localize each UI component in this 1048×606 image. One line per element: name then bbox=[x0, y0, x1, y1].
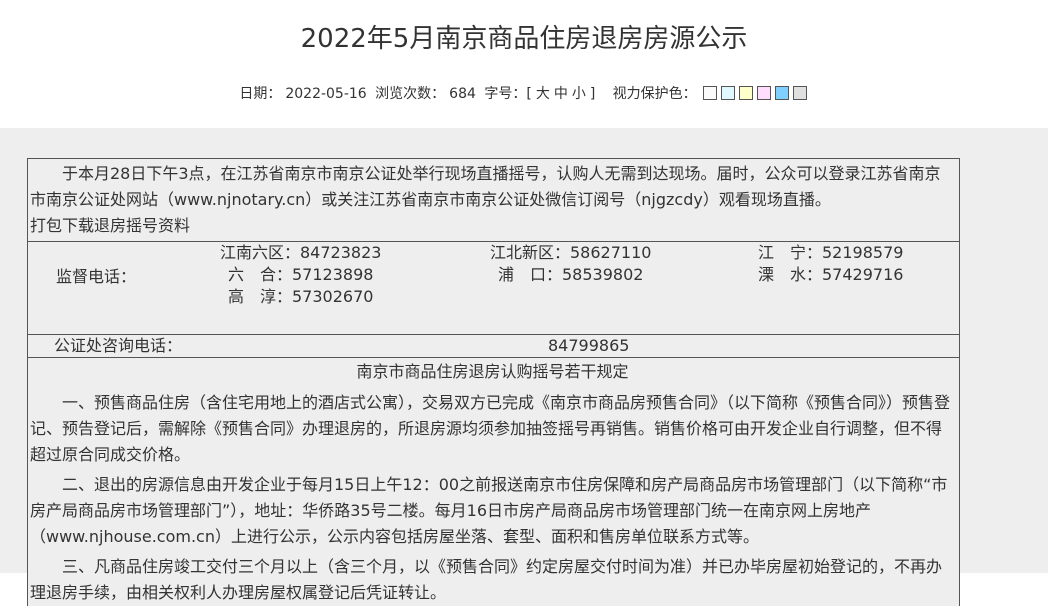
eye-protect-label: 视力保护色： bbox=[612, 86, 697, 102]
intro-text: 于本月28日下午3点，在江苏省南京市南京公证处举行现场直播摇号，认购人无需到达现… bbox=[30, 164, 941, 209]
rule-paragraph: 三、凡商品住房竣工交付三个月以上（含三个月，以《预售合同》约定房屋交付时间为准）… bbox=[30, 557, 943, 602]
phone-lishui: 溧 水：57429716 bbox=[758, 265, 904, 284]
phone-jiangning: 江 宁：52198579 bbox=[758, 243, 904, 262]
supervision-phones: 监督电话： 江南六区：84723823 江北新区：58627110 江 宁：52… bbox=[28, 242, 959, 335]
rules-heading: 南京市商品住房退房认购摇号若干规定 bbox=[356, 362, 629, 381]
font-size-large-button[interactable]: 大 bbox=[536, 86, 550, 102]
phone-luhe: 六 合：57123898 bbox=[228, 265, 374, 284]
phone-gaochun: 高 淳：57302670 bbox=[228, 287, 374, 306]
phone-jiangnan: 江南六区：84723823 bbox=[220, 243, 382, 262]
article-body: 于本月28日下午3点，在江苏省南京市南京公证处举行现场直播摇号，认购人无需到达现… bbox=[27, 158, 960, 606]
rules-section: 南京市商品住房退房认购摇号若干规定 一、预售商品住房（含住宅用地上的酒店式公寓）… bbox=[28, 358, 959, 606]
download-link[interactable]: 打包下载退房摇号资料 bbox=[30, 213, 951, 239]
phone-jiangbei: 江北新区：58627110 bbox=[490, 243, 652, 262]
phone-pukou: 浦 口：58539802 bbox=[498, 265, 644, 284]
intro-section: 于本月28日下午3点，在江苏省南京市南京公证处举行现场直播摇号，认购人无需到达现… bbox=[28, 159, 959, 242]
color-swatch-4[interactable] bbox=[774, 86, 789, 100]
page-title: 2022年5月南京商品住房退房房源公示 bbox=[300, 24, 748, 54]
rule-paragraph: 一、预售商品住房（含住宅用地上的酒店式公寓），交易双方已完成《南京市商品房预售合… bbox=[30, 393, 951, 464]
consult-phone-row: 公证处咨询电话： 84799865 bbox=[28, 335, 959, 358]
supervision-phones-label: 监督电话： bbox=[56, 267, 137, 286]
font-size-small-button[interactable]: 小 bbox=[572, 86, 586, 102]
consult-phone-label: 公证处咨询电话： bbox=[54, 336, 183, 355]
color-swatch-5[interactable] bbox=[792, 86, 807, 100]
date-label: 日期： bbox=[239, 86, 282, 102]
color-swatch-2[interactable] bbox=[738, 86, 753, 100]
rule-paragraph: 二、退出的房源信息由开发企业于每月15日上午12：00之前报送南京市住房保障和房… bbox=[30, 475, 948, 546]
view-count: 684 bbox=[449, 86, 476, 102]
consult-phone-number: 84799865 bbox=[548, 336, 630, 355]
article-meta: 日期： 2022-05-16 浏览次数： 684 字号：[大中小] 视力保护色： bbox=[0, 84, 1048, 104]
font-size-medium-button[interactable]: 中 bbox=[554, 86, 568, 102]
font-size-close: ] bbox=[589, 86, 596, 102]
color-swatch-3[interactable] bbox=[756, 86, 771, 100]
color-swatch-0[interactable] bbox=[702, 86, 717, 100]
color-swatch-1[interactable] bbox=[720, 86, 735, 100]
publish-date: 2022-05-16 bbox=[285, 86, 367, 102]
font-size-label: 字号：[ bbox=[484, 86, 532, 102]
page-header: 2022年5月南京商品住房退房房源公示 日期： 2022-05-16 浏览次数： 6… bbox=[0, 0, 1048, 128]
eye-protect-swatches bbox=[701, 86, 809, 102]
views-label: 浏览次数： bbox=[375, 86, 446, 102]
